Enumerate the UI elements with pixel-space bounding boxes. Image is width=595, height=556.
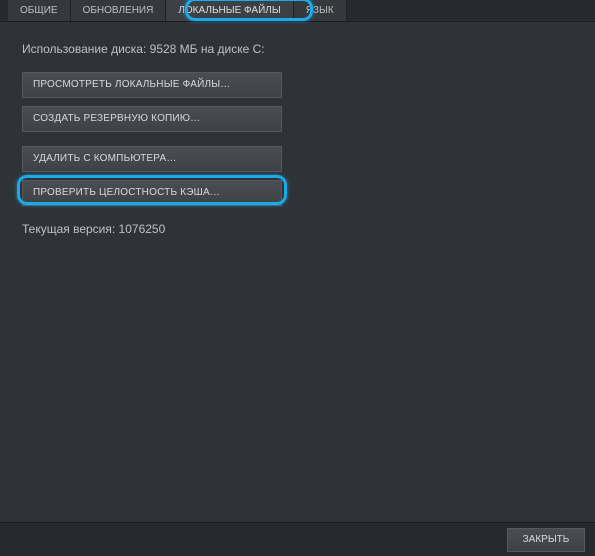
create-backup-button[interactable]: СОЗДАТЬ РЕЗЕРВНУЮ КОПИЮ… <box>22 106 282 132</box>
verify-cache-integrity-button[interactable]: ПРОВЕРИТЬ ЦЕЛОСТНОСТЬ КЭША… <box>22 180 282 206</box>
disk-usage-label: Использование диска: 9528 МБ на диске C: <box>22 42 573 56</box>
delete-from-computer-button[interactable]: УДАЛИТЬ С КОМПЬЮТЕРА… <box>22 146 282 172</box>
tabs-bar: ОБЩИЕ ОБНОВЛЕНИЯ ЛОКАЛЬНЫЕ ФАЙЛЫ ЯЗЫК <box>0 0 595 22</box>
browse-local-files-button[interactable]: ПРОСМОТРЕТЬ ЛОКАЛЬНЫЕ ФАЙЛЫ… <box>22 72 282 98</box>
tab-local-files[interactable]: ЛОКАЛЬНЫЕ ФАЙЛЫ <box>166 0 293 21</box>
tab-language[interactable]: ЯЗЫК <box>294 0 347 21</box>
close-button[interactable]: ЗАКРЫТЬ <box>507 528 585 552</box>
tab-general[interactable]: ОБЩИЕ <box>8 0 71 21</box>
tab-updates[interactable]: ОБНОВЛЕНИЯ <box>71 0 167 21</box>
current-version-label: Текущая версия: 1076250 <box>22 222 573 236</box>
content-panel: Использование диска: 9528 МБ на диске C:… <box>0 22 595 522</box>
footer-bar: ЗАКРЫТЬ <box>0 522 595 556</box>
